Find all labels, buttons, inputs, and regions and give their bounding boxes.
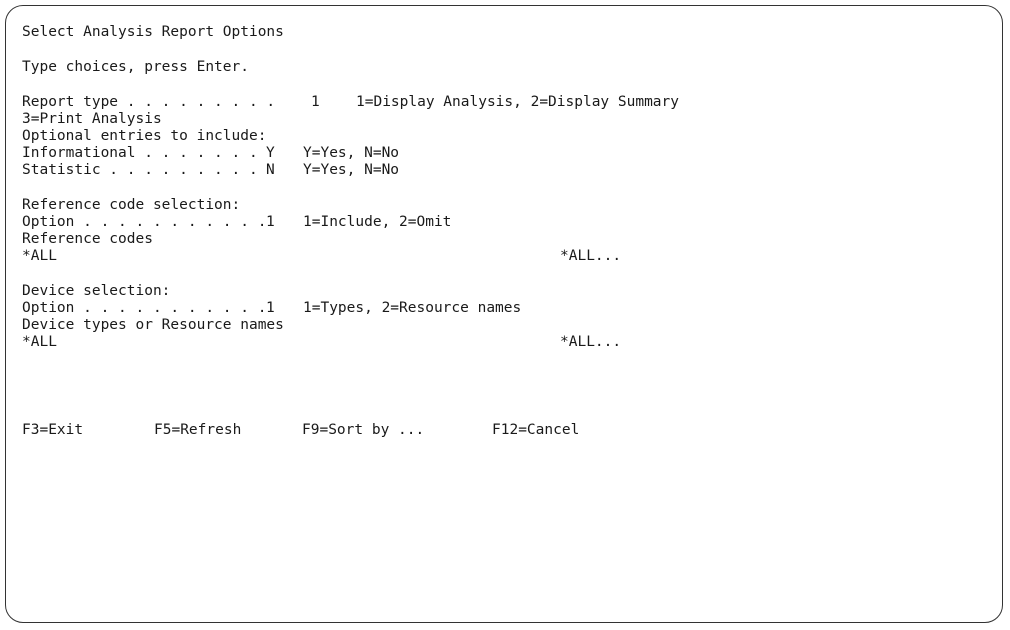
screen-instruction: Type choices, press Enter. [22, 59, 249, 75]
screen-title: Select Analysis Report Options [22, 24, 284, 40]
reference-codes-label: Reference codes [22, 231, 153, 247]
statistic-choices: Y=Yes, N=No [303, 162, 400, 178]
reference-option-input[interactable]: 1 [266, 214, 275, 231]
statistic-label: Statistic . . . . . . . . . [22, 162, 258, 178]
reference-codes-more: *ALL... [560, 248, 622, 264]
report-type-choices: 1=Display Analysis, 2=Display Summary [356, 94, 680, 110]
device-names-input[interactable]: *ALL [22, 334, 57, 351]
f3-exit-key[interactable]: F3=Exit [22, 422, 83, 439]
reference-option-choices: 1=Include, 2=Omit [303, 214, 452, 230]
statistic-input[interactable]: N [266, 162, 275, 179]
device-names-label: Device types or Resource names [22, 317, 284, 333]
f12-cancel-key[interactable]: F12=Cancel [492, 422, 579, 439]
reference-heading: Reference code selection: [22, 197, 241, 213]
f9-sort-key[interactable]: F9=Sort by ... [302, 422, 424, 439]
report-type-input[interactable]: 1 [311, 94, 320, 111]
device-option-input[interactable]: 1 [266, 300, 275, 317]
f5-refresh-key[interactable]: F5=Refresh [154, 422, 241, 439]
device-names-more: *ALL... [560, 334, 622, 350]
informational-input[interactable]: Y [266, 145, 275, 162]
informational-label: Informational . . . . . . . [22, 145, 258, 161]
optional-entries-heading: Optional entries to include: [22, 128, 267, 144]
reference-codes-input[interactable]: *ALL [22, 248, 57, 265]
device-heading: Device selection: [22, 283, 171, 299]
device-option-label: Option . . . . . . . . . . . [22, 300, 267, 316]
report-type-choices-cont: 3=Print Analysis [22, 111, 162, 127]
report-type-label: Report type . . . . . . . . . [22, 94, 276, 110]
reference-option-label: Option . . . . . . . . . . . [22, 214, 267, 230]
terminal-screen: Select Analysis Report Options Type choi… [5, 5, 1003, 623]
device-option-choices: 1=Types, 2=Resource names [303, 300, 522, 316]
informational-choices: Y=Yes, N=No [303, 145, 400, 161]
